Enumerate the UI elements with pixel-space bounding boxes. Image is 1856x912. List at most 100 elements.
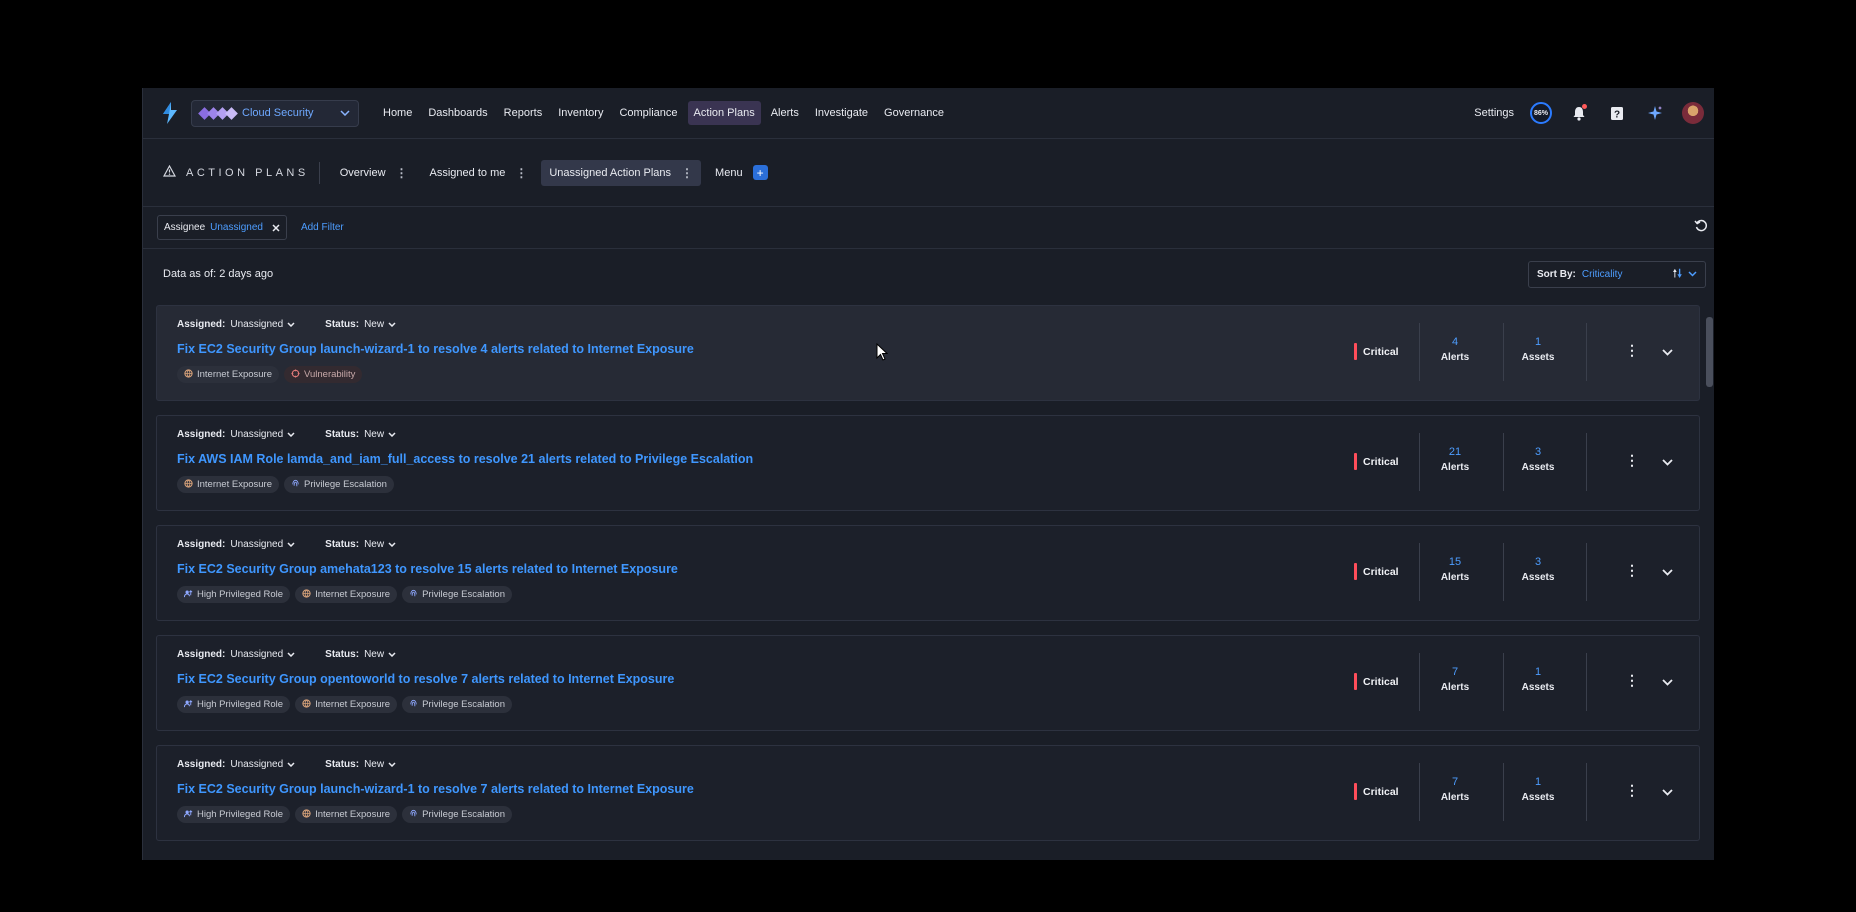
- assigned-value[interactable]: Unassigned: [230, 429, 283, 440]
- nav-home[interactable]: Home: [377, 101, 418, 125]
- assets-stat[interactable]: 3 Assets: [1508, 446, 1568, 473]
- tab-unassigned-action-plans[interactable]: Unassigned Action Plans ⋮: [541, 159, 702, 186]
- chevron-down-icon[interactable]: [287, 429, 295, 440]
- action-plan-card[interactable]: Assigned: Unassigned Status: New Fix AWS…: [156, 415, 1700, 511]
- action-plan-card[interactable]: Assigned: Unassigned Status: New Fix EC2…: [156, 525, 1700, 621]
- alerts-stat[interactable]: 21 Alerts: [1425, 446, 1485, 473]
- assigned-value[interactable]: Unassigned: [230, 539, 283, 550]
- nav-reports[interactable]: Reports: [498, 101, 549, 125]
- scrollbar[interactable]: [1705, 305, 1714, 860]
- criticality-bar: [1354, 563, 1357, 580]
- assets-count[interactable]: 3: [1508, 446, 1568, 458]
- chevron-down-icon[interactable]: [287, 759, 295, 770]
- action-plan-title-link[interactable]: Fix EC2 Security Group launch-wizard-1 t…: [177, 342, 694, 356]
- action-plan-title-link[interactable]: Fix AWS IAM Role lamda_and_iam_full_acce…: [177, 452, 753, 466]
- assets-count[interactable]: 3: [1508, 556, 1568, 568]
- status-value[interactable]: New: [364, 319, 384, 330]
- action-plan-title-link[interactable]: Fix EC2 Security Group opentoworld to re…: [177, 672, 674, 686]
- status-value[interactable]: New: [364, 429, 384, 440]
- nav-compliance[interactable]: Compliance: [613, 101, 683, 125]
- chevron-down-icon[interactable]: [388, 759, 396, 770]
- logo-icon[interactable]: [159, 100, 181, 126]
- menu-button[interactable]: Menu +: [707, 159, 776, 186]
- status-value[interactable]: New: [364, 649, 384, 660]
- expand-chevron-icon[interactable]: [1662, 783, 1673, 801]
- assigned-value[interactable]: Unassigned: [230, 319, 283, 330]
- chevron-down-icon[interactable]: [287, 539, 295, 550]
- chevron-down-icon[interactable]: [287, 319, 295, 330]
- nav-action-plans[interactable]: Action Plans: [687, 101, 761, 125]
- kebab-menu-icon[interactable]: ⋮: [396, 166, 408, 180]
- product-selector[interactable]: Cloud Security: [191, 99, 359, 127]
- add-filter-button[interactable]: Add Filter: [301, 222, 344, 233]
- status-label: Status:: [325, 429, 360, 440]
- close-icon[interactable]: [272, 221, 280, 235]
- tab-assigned-to-me[interactable]: Assigned to me ⋮: [422, 160, 536, 186]
- alerts-count[interactable]: 4: [1425, 336, 1485, 348]
- chevron-down-icon[interactable]: [388, 429, 396, 440]
- ai-sparkle-icon[interactable]: [1644, 102, 1666, 124]
- assigned-value[interactable]: Unassigned: [230, 759, 283, 770]
- help-icon[interactable]: ?: [1606, 102, 1628, 124]
- action-plan-title-link[interactable]: Fix EC2 Security Group launch-wizard-1 t…: [177, 782, 694, 796]
- chevron-down-icon[interactable]: [287, 649, 295, 660]
- alerts-stat[interactable]: 4 Alerts: [1425, 336, 1485, 363]
- sort-selector[interactable]: Sort By: Criticality 🠕🠗: [1528, 260, 1706, 288]
- settings-link[interactable]: Settings: [1474, 107, 1514, 119]
- alerts-count[interactable]: 7: [1425, 776, 1485, 788]
- action-plan-card[interactable]: Assigned: Unassigned Status: New Fix EC2…: [156, 745, 1700, 841]
- alerts-stat[interactable]: 7 Alerts: [1425, 666, 1485, 693]
- tab-overview[interactable]: Overview ⋮: [332, 160, 416, 186]
- expand-chevron-icon[interactable]: [1662, 343, 1673, 361]
- chevron-down-icon[interactable]: [388, 319, 396, 330]
- kebab-menu-icon[interactable]: ⋮: [1625, 562, 1639, 579]
- action-plan-card[interactable]: Assigned: Unassigned Status: New Fix EC2…: [156, 635, 1700, 731]
- assets-stat[interactable]: 1 Assets: [1508, 776, 1568, 803]
- expand-chevron-icon[interactable]: [1662, 453, 1673, 471]
- add-icon[interactable]: +: [752, 165, 768, 180]
- chevron-down-icon[interactable]: [388, 649, 396, 660]
- chevron-down-icon[interactable]: [388, 539, 396, 550]
- alerts-count[interactable]: 21: [1425, 446, 1485, 458]
- action-plan-title-link[interactable]: Fix EC2 Security Group amehata123 to res…: [177, 562, 678, 576]
- nav-investigate[interactable]: Investigate: [809, 101, 874, 125]
- fingerprint-icon: [291, 479, 300, 490]
- nav-inventory[interactable]: Inventory: [552, 101, 609, 125]
- assets-count[interactable]: 1: [1508, 776, 1568, 788]
- assets-stat[interactable]: 3 Assets: [1508, 556, 1568, 583]
- alerts-count[interactable]: 7: [1425, 666, 1485, 678]
- security-score-badge[interactable]: 86%: [1530, 102, 1552, 124]
- tag-label: Privilege Escalation: [304, 479, 387, 490]
- chevron-down-icon[interactable]: [1688, 269, 1697, 280]
- criticality-badge: Critical: [1354, 673, 1399, 690]
- alerts-count[interactable]: 15: [1425, 556, 1485, 568]
- kebab-menu-icon[interactable]: ⋮: [1625, 782, 1639, 799]
- assets-count[interactable]: 1: [1508, 666, 1568, 678]
- assets-stat[interactable]: 1 Assets: [1508, 666, 1568, 693]
- nav-alerts[interactable]: Alerts: [765, 101, 805, 125]
- kebab-menu-icon[interactable]: ⋮: [681, 166, 693, 180]
- filter-chip-assignee[interactable]: Assignee Unassigned: [157, 215, 287, 240]
- sort-direction-icon[interactable]: 🠕🠗: [1673, 265, 1682, 284]
- assigned-value[interactable]: Unassigned: [230, 649, 283, 660]
- kebab-menu-icon[interactable]: ⋮: [1625, 452, 1639, 469]
- user-avatar[interactable]: [1682, 102, 1704, 124]
- nav-dashboards[interactable]: Dashboards: [422, 101, 493, 125]
- status-value[interactable]: New: [364, 759, 384, 770]
- assets-stat[interactable]: 1 Assets: [1508, 336, 1568, 363]
- alerts-stat[interactable]: 15 Alerts: [1425, 556, 1485, 583]
- scrollbar-thumb[interactable]: [1706, 317, 1713, 387]
- status-value[interactable]: New: [364, 539, 384, 550]
- kebab-menu-icon[interactable]: ⋮: [1625, 342, 1639, 359]
- kebab-menu-icon[interactable]: ⋮: [515, 166, 527, 180]
- assets-count[interactable]: 1: [1508, 336, 1568, 348]
- product-name: Cloud Security: [242, 107, 314, 119]
- kebab-menu-icon[interactable]: ⋮: [1625, 672, 1639, 689]
- bell-icon[interactable]: [1568, 102, 1590, 124]
- expand-chevron-icon[interactable]: [1662, 563, 1673, 581]
- expand-chevron-icon[interactable]: [1662, 673, 1673, 691]
- alerts-stat[interactable]: 7 Alerts: [1425, 776, 1485, 803]
- nav-governance[interactable]: Governance: [878, 101, 950, 125]
- action-plan-card[interactable]: Assigned: Unassigned Status: New Fix EC2…: [156, 305, 1700, 401]
- reset-icon[interactable]: [1694, 219, 1708, 236]
